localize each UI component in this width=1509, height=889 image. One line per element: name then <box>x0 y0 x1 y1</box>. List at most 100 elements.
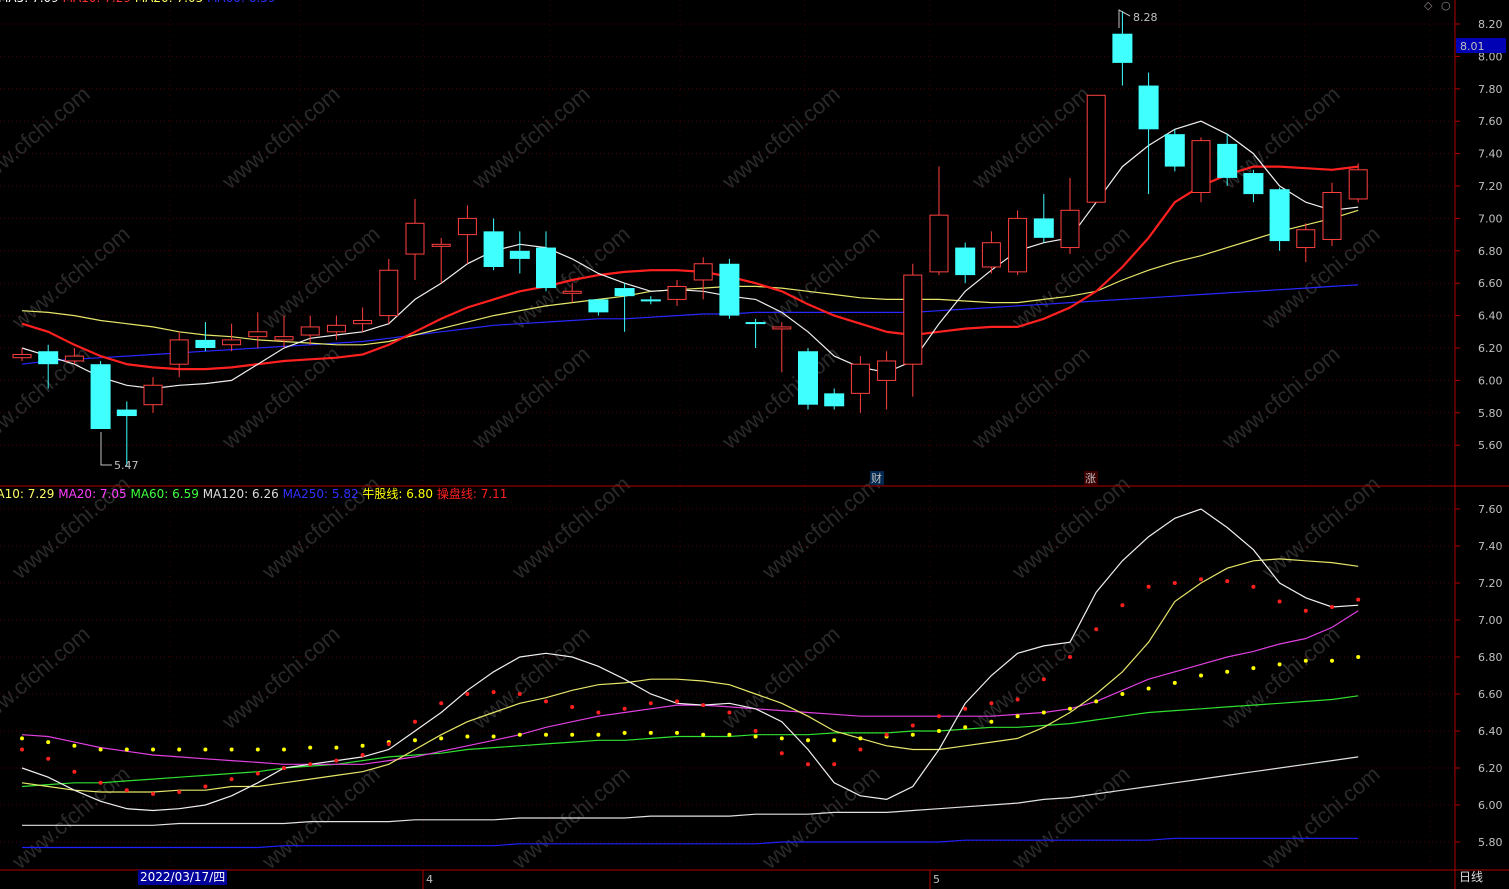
niu-line-dot <box>1225 669 1230 674</box>
finance-marker[interactable]: 财 <box>871 471 882 485</box>
low-label: 5.47 <box>114 459 139 472</box>
niu-line-dot <box>1068 706 1072 711</box>
circle-icon[interactable]: ○ <box>1441 0 1451 12</box>
indicator-tick-label: 7.60 <box>1478 503 1503 516</box>
candle-body <box>1164 134 1185 167</box>
candle <box>955 242 976 284</box>
candle <box>353 307 373 332</box>
candle <box>1243 169 1264 203</box>
candle-body <box>143 384 163 406</box>
cao-line-dot <box>465 692 470 696</box>
candle-body <box>195 339 216 348</box>
candle <box>195 322 216 352</box>
niu-line-dot <box>1251 666 1256 671</box>
candle <box>1008 210 1028 276</box>
indicator-axis: 7.60 7.40 7.20 7.00 6.80 6.60 6.40 6.20 6.00 5.80 <box>1455 503 1503 849</box>
candle <box>903 263 923 397</box>
candle <box>745 318 766 348</box>
candle-body <box>1348 169 1368 200</box>
niu-line-dot <box>1277 662 1282 667</box>
candle <box>1296 223 1316 263</box>
candle <box>1322 182 1342 246</box>
candle-body <box>379 269 399 317</box>
candle-body <box>90 364 111 429</box>
candle-body <box>824 393 845 407</box>
cao-line-dot <box>858 747 863 752</box>
cao-line-dot <box>596 710 601 715</box>
niu-line-dot <box>151 747 155 752</box>
cao-line-dot <box>963 706 968 711</box>
candle-body <box>719 263 740 316</box>
watermark-text: www.cfchi.com <box>1006 761 1134 874</box>
month-4-label: 4 <box>426 873 433 886</box>
candle-body <box>955 247 976 276</box>
low-leader <box>100 432 112 466</box>
indicator-tick-label: 6.40 <box>1478 725 1503 738</box>
cao-line-dot <box>570 704 575 709</box>
candle-body <box>877 360 897 381</box>
niu-line-dot <box>46 740 51 745</box>
indicator-lines <box>21 508 1359 849</box>
cao-line-dot <box>779 751 784 756</box>
candle-body <box>405 222 425 255</box>
cao-line-dot <box>203 784 208 789</box>
cao-line-dot <box>1068 655 1072 659</box>
top-ma-legend: MA5: 7.09 MA10: 7.29 MA20: 7.05 MA60: 6.… <box>0 0 275 5</box>
indicator-dots <box>20 577 1361 796</box>
niu-line-dot <box>124 747 129 752</box>
legend-item: MA20: 7.05 <box>54 487 126 501</box>
niu-line-dot <box>72 743 77 748</box>
cao-line-dot <box>72 769 77 774</box>
candle <box>457 205 477 264</box>
candle-body <box>64 355 84 362</box>
indicator-tick-label: 7.20 <box>1478 577 1503 590</box>
indicator-tick-label: 6.00 <box>1478 799 1503 812</box>
watermark-text: www.cfchi.com <box>1216 621 1344 734</box>
cao-line-dot <box>937 714 941 719</box>
price-tick-label: 6.40 <box>1478 310 1503 323</box>
candle-body <box>1086 94 1106 203</box>
niu-line-dot <box>858 736 863 741</box>
niu-line-dot <box>308 745 313 750</box>
cao-line-dot <box>1094 627 1099 632</box>
watermark-text: www.cfchi.com <box>6 221 134 334</box>
candle-body <box>483 231 504 267</box>
niu-line-dot <box>229 747 234 752</box>
indicator-tick-label: 6.80 <box>1478 651 1503 664</box>
candle-body <box>667 285 687 300</box>
watermark-text: www.cfchi.com <box>506 471 634 584</box>
timeframe-daily-button[interactable]: 日线 <box>1459 868 1483 885</box>
price-tick-label: 8.20 <box>1478 18 1503 31</box>
candle <box>588 299 609 316</box>
cao-line-dot <box>622 706 627 711</box>
diamond-icon[interactable]: ◇ <box>1424 0 1432 12</box>
price-tick-label: 7.00 <box>1478 212 1503 225</box>
cao-line-dot <box>334 758 339 763</box>
niu-line-dot <box>963 725 968 730</box>
niu-line-dot <box>282 747 286 752</box>
cao-line-dot <box>229 777 234 782</box>
candle <box>509 231 530 274</box>
candle <box>667 279 687 306</box>
ma20-indicator-line <box>21 610 1359 765</box>
niu-line-dot <box>727 732 732 737</box>
legend-item: MA20: 7.05 <box>131 0 203 5</box>
watermark-text: www.cfchi.com <box>466 81 594 194</box>
indicator-tick-label: 6.60 <box>1478 688 1503 701</box>
price-tick-label: 6.20 <box>1478 342 1503 355</box>
indicator-tick-label: 5.80 <box>1478 836 1503 849</box>
candle-body <box>326 324 346 333</box>
candle <box>1348 163 1368 203</box>
candle-body <box>850 363 870 394</box>
price-tick-label: 7.40 <box>1478 148 1503 161</box>
niu-line-dot <box>1015 714 1020 719</box>
limit-marker[interactable]: 涨 <box>1085 472 1096 485</box>
candle <box>116 401 137 467</box>
price-tick-label: 6.00 <box>1478 374 1503 387</box>
cao-line-dot <box>308 762 313 767</box>
niu-line-dot <box>1041 710 1046 715</box>
candle-body <box>693 263 713 281</box>
candle-body <box>457 217 477 236</box>
cao-line-dot <box>727 710 732 715</box>
cao-line-dot <box>439 701 444 706</box>
